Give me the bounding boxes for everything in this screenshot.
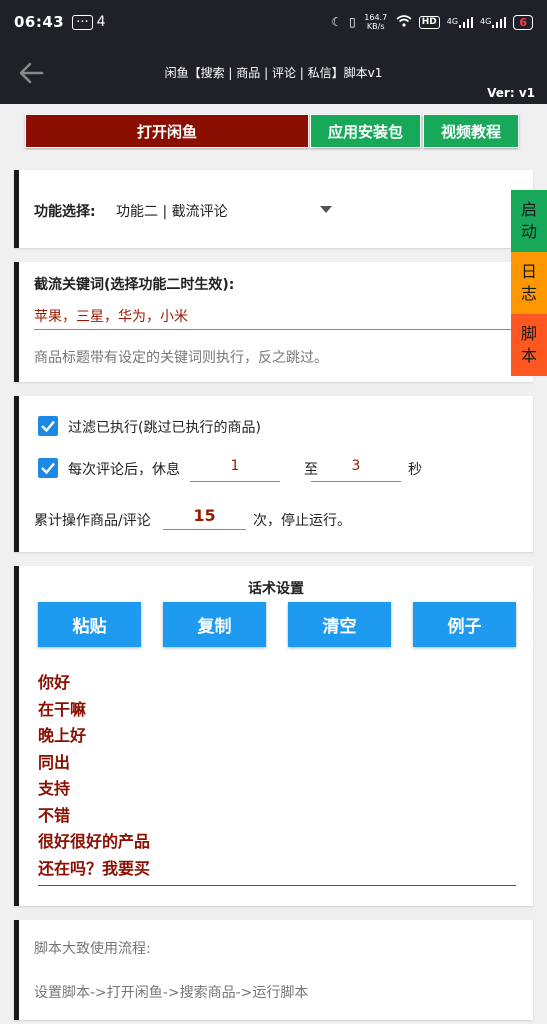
net-speed: 164.7 KB/s [364,13,388,31]
filter-executed-label: 过滤已执行(跳过已执行的商品) [68,420,261,436]
signal-icon-2: 4G [480,16,507,28]
total-count-input[interactable]: 15 [163,506,246,530]
copy-button[interactable]: 复制 [163,602,266,647]
example-button[interactable]: 例子 [413,602,516,647]
script-tab-char: 脚 [520,324,537,343]
script-line: 不错 [38,805,71,825]
usage-flow-steps: 设置脚本->打开闲鱼->搜索商品->运行脚本 [34,985,309,1001]
function-select-card: 功能选择: 功能二 | 截流评论 [14,170,533,248]
script-tab-char: 本 [520,346,537,365]
function-select-value[interactable]: 功能二 | 截流评论 [116,201,228,221]
install-package-button[interactable]: 应用安装包 [310,114,421,148]
rest-max-input[interactable]: 3 [311,458,401,482]
moon-icon: ☾ [331,15,343,29]
script-textarea[interactable]: 你好 在干嘛 晚上好 同出 支持 不错 很好很好的产品 还在吗？我要买 [38,670,516,886]
app-title: 闲鱼【搜索 | 商品 | 评论 | 私信】脚本v1 [164,66,383,80]
dropdown-arrow-icon[interactable] [320,206,332,213]
rest-min-input[interactable]: 1 [190,458,280,482]
version-label: Ver: v1 [487,86,535,100]
rest-unit-label: 秒 [408,462,422,478]
log-tab[interactable]: 日 志 [511,252,547,314]
start-tab-char: 动 [520,222,537,241]
message-icon: ··· [72,14,93,30]
status-bar: 06:43 ··· 4 ☾ ▯ 164.7 KB/s HD 4G 4G 6 [0,0,547,44]
vibrate-icon: ▯ [349,15,356,29]
total-prefix-label: 累计操作商品/评论 [34,513,151,529]
script-line: 晚上好 [38,726,87,745]
rest-after-comment-checkbox[interactable] [38,458,58,478]
open-xianyu-button[interactable]: 打开闲鱼 [25,114,309,148]
hd-badge: HD [418,15,440,29]
script-settings-title: 话术设置 [248,581,304,597]
function-select-label: 功能选择: [34,204,96,220]
script-line: 你好 [38,673,71,692]
script-line: 在干嘛 [38,699,87,719]
notification-count: 4 [96,14,106,30]
log-tab-char: 志 [520,284,537,303]
wifi-icon [396,14,412,30]
video-tutorial-button[interactable]: 视频教程 [423,114,519,148]
keyword-title: 截流关键词(选择功能二时生效): [34,277,235,293]
usage-flow-title: 脚本大致使用流程: [34,941,151,957]
keyword-card: 截流关键词(选择功能二时生效): 苹果，三星，华为，小米 商品标题带有设定的关键… [14,262,533,382]
paste-button[interactable]: 粘贴 [38,602,141,647]
keyword-input[interactable]: 苹果，三星，华为，小米 [34,306,529,330]
script-line: 同出 [38,752,71,772]
signal-icon-1: 4G [447,16,474,28]
keyword-hint: 商品标题带有设定的关键词则执行，反之跳过。 [34,350,328,366]
script-line: 还在吗？我要买 [38,858,151,878]
script-tab[interactable]: 脚 本 [511,314,547,376]
clear-button[interactable]: 清空 [288,602,391,647]
script-settings-card: 话术设置 粘贴 复制 清空 例子 你好 在干嘛 晚上好 同出 支持 不错 很好很… [14,566,533,906]
start-tab[interactable]: 启 动 [511,190,547,252]
start-tab-char: 启 [520,200,537,219]
app-bar: 闲鱼【搜索 | 商品 | 评论 | 私信】脚本v1 Ver: v1 [0,44,547,104]
options-card: 过滤已执行(跳过已执行的商品) 每次评论后，休息 1 至 3 秒 累计操作商品/… [14,396,533,552]
status-time: 06:43 [14,13,65,31]
status-icons: ☾ ▯ 164.7 KB/s HD 4G 4G 6 [331,13,533,31]
battery-level: 6 [519,15,527,29]
total-suffix-label: 次，停止运行。 [253,513,351,529]
battery-icon: 6 [513,14,533,30]
rest-prefix-label: 每次评论后，休息 [68,462,180,478]
top-button-row: 打开闲鱼 应用安装包 视频教程 [0,114,547,150]
usage-flow-card: 脚本大致使用流程: 设置脚本->打开闲鱼->搜索商品->运行脚本 [14,920,533,1020]
script-line: 支持 [38,779,71,798]
filter-executed-checkbox[interactable] [38,416,58,436]
log-tab-char: 日 [520,262,537,281]
script-line: 很好很好的产品 [38,832,151,851]
